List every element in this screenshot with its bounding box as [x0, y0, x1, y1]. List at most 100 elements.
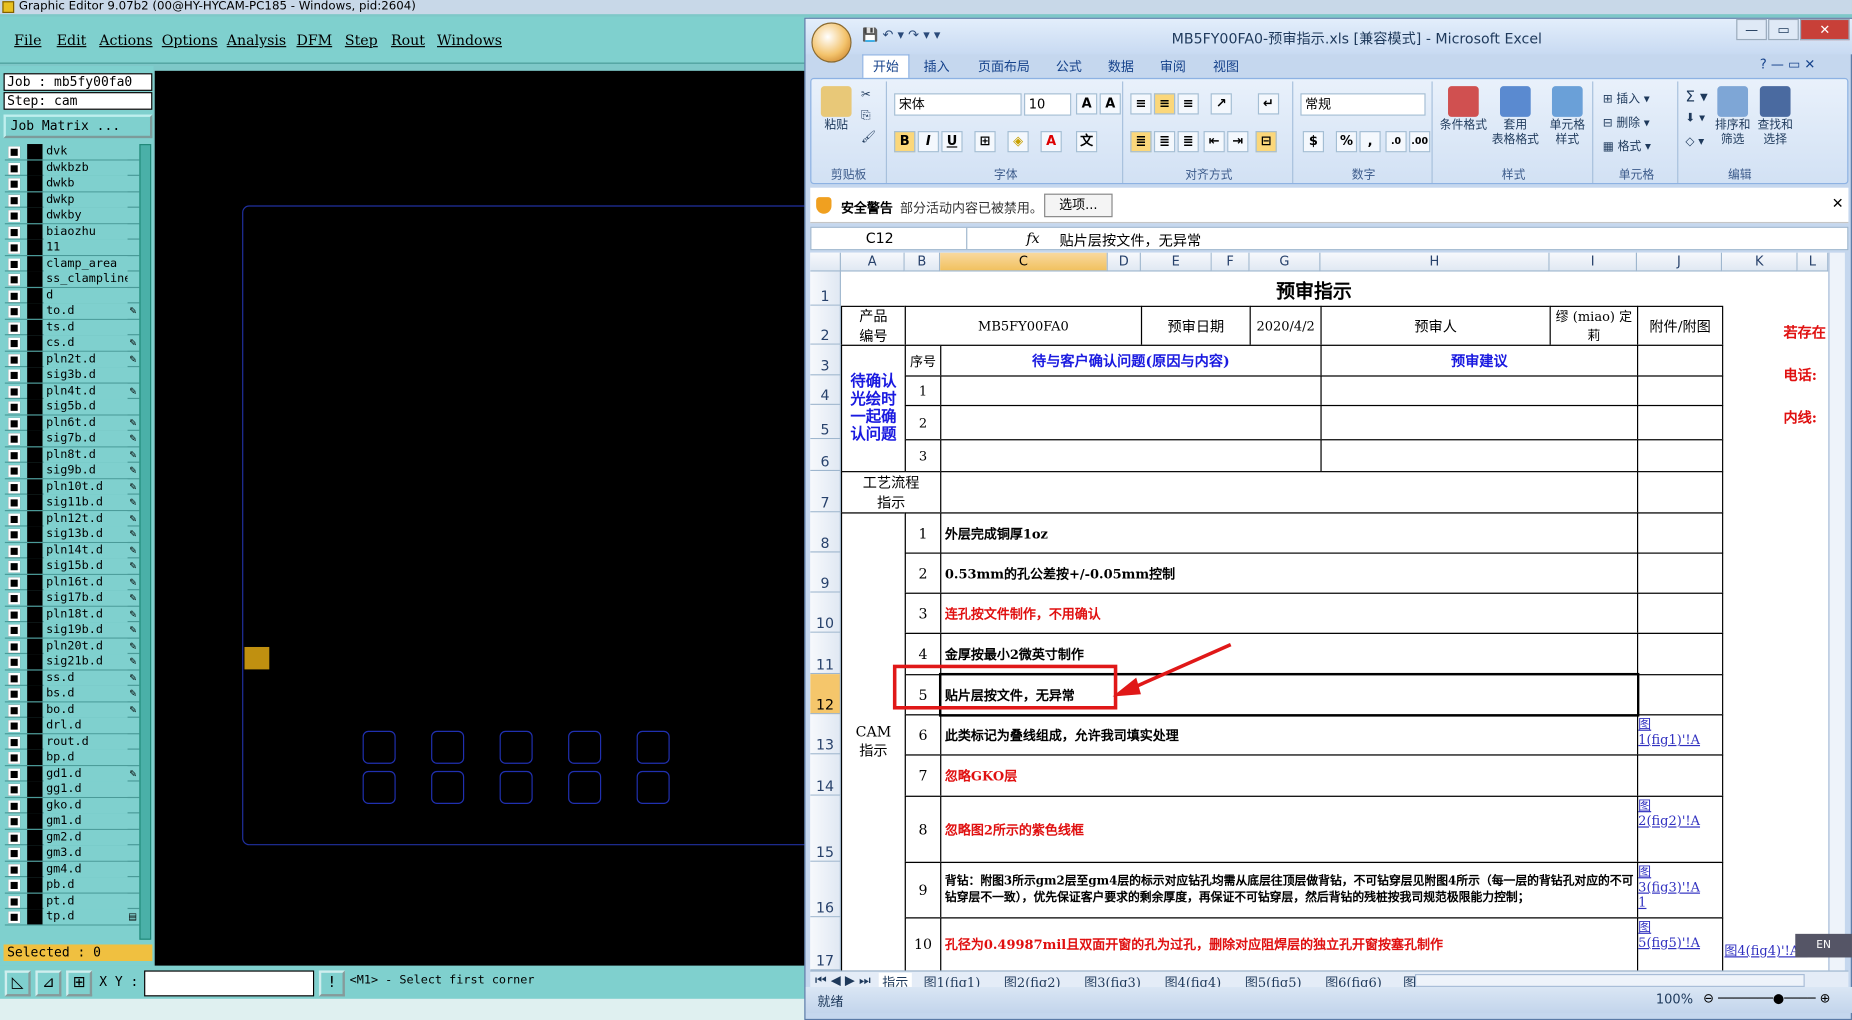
- sort-filter-button[interactable]: 排序和 筛选: [1711, 86, 1754, 147]
- tab-formulas[interactable]: 公式: [1056, 57, 1082, 76]
- layer-checkbox[interactable]: [8, 624, 21, 637]
- help-icon[interactable]: ? — ▭ ✕: [1760, 57, 1815, 72]
- layer-row[interactable]: tp.d ▤: [4, 909, 140, 926]
- layer-checkbox[interactable]: [8, 257, 21, 270]
- layer-row[interactable]: gm1.d: [4, 813, 140, 830]
- zoom-slider[interactable]: ⊖ ───────●──── ⊕: [1703, 991, 1830, 1006]
- close-bar-icon[interactable]: ✕: [1832, 195, 1844, 212]
- layer-checkbox[interactable]: [8, 847, 21, 860]
- layer-row[interactable]: pln12t.d ✎: [4, 510, 140, 527]
- maximize-icon[interactable]: ▭: [1768, 18, 1799, 41]
- wrap-text-icon[interactable]: ↵: [1257, 93, 1280, 115]
- layer-row[interactable]: pln18t.d ✎: [4, 606, 140, 623]
- menu-options[interactable]: Options: [162, 32, 218, 49]
- tab-page-layout[interactable]: 页面布局: [978, 57, 1030, 76]
- align-center-icon[interactable]: ≣: [1153, 131, 1176, 153]
- layer-row[interactable]: rout.d: [4, 733, 140, 750]
- layer-row[interactable]: pln4t.d ✎: [4, 383, 140, 400]
- increase-decimal-icon[interactable]: .0: [1385, 131, 1407, 153]
- layer-row[interactable]: clamp_area: [4, 255, 140, 272]
- layer-checkbox[interactable]: [8, 799, 21, 812]
- layer-checkbox[interactable]: [8, 512, 21, 525]
- layer-scrollbar[interactable]: [139, 144, 152, 940]
- layer-row[interactable]: sig9b.d ✎: [4, 462, 140, 479]
- layer-checkbox[interactable]: [8, 688, 21, 701]
- currency-icon[interactable]: $: [1302, 131, 1325, 153]
- layer-checkbox[interactable]: [8, 704, 21, 717]
- layer-row[interactable]: bs.d ✎: [4, 685, 140, 702]
- layer-checkbox[interactable]: [8, 720, 21, 732]
- layer-checkbox[interactable]: [8, 815, 21, 828]
- layer-row[interactable]: dwkb: [4, 175, 140, 192]
- merge-center-icon[interactable]: ⊟: [1255, 131, 1277, 153]
- layer-row[interactable]: bo.d ✎: [4, 701, 140, 718]
- measure-icon[interactable]: ⊿: [35, 970, 62, 997]
- align-left-icon[interactable]: ≣: [1130, 131, 1152, 153]
- fill-icon[interactable]: ⬇ ▾: [1685, 112, 1705, 125]
- layer-row[interactable]: pln10t.d ✎: [4, 478, 140, 495]
- increase-indent-icon[interactable]: ⇥: [1227, 131, 1249, 153]
- layer-row[interactable]: cs.d ✎: [4, 335, 140, 352]
- font-size-select[interactable]: 10: [1024, 93, 1072, 116]
- layer-row[interactable]: pt.d: [4, 893, 140, 910]
- info-icon[interactable]: !: [318, 970, 345, 997]
- layer-checkbox[interactable]: [8, 544, 21, 557]
- xy-input[interactable]: [144, 970, 315, 997]
- bold-icon[interactable]: B: [894, 131, 916, 153]
- layer-checkbox[interactable]: [8, 417, 21, 430]
- layer-row[interactable]: pln2t.d ✎: [4, 351, 140, 368]
- name-box[interactable]: C12: [811, 227, 968, 250]
- formula-input[interactable]: 贴片层按文件，无异常: [1059, 230, 1201, 250]
- layer-checkbox[interactable]: [8, 369, 21, 382]
- layer-row[interactable]: ss.d ✎: [4, 669, 140, 686]
- layer-checkbox[interactable]: [8, 831, 21, 844]
- percent-icon[interactable]: %: [1335, 131, 1358, 153]
- minimize-icon[interactable]: —: [1736, 18, 1767, 41]
- layer-checkbox[interactable]: [8, 146, 21, 159]
- layer-checkbox[interactable]: [8, 465, 21, 477]
- layer-checkbox[interactable]: [8, 895, 21, 908]
- layer-checkbox[interactable]: [8, 672, 21, 685]
- layer-row[interactable]: ts.d: [4, 319, 140, 336]
- layer-row[interactable]: dwkp: [4, 191, 140, 208]
- border-icon[interactable]: ⊞: [974, 131, 996, 153]
- layer-checkbox[interactable]: [8, 321, 21, 334]
- zoom-window-icon[interactable]: ◺: [4, 970, 31, 997]
- layer-checkbox[interactable]: [8, 194, 21, 207]
- format-painter-icon[interactable]: 🖌: [861, 131, 876, 144]
- underline-icon[interactable]: U: [941, 131, 963, 153]
- menu-rout[interactable]: Rout: [391, 32, 425, 49]
- tab-view[interactable]: 视图: [1213, 57, 1239, 76]
- layer-checkbox[interactable]: [8, 576, 21, 589]
- layer-checkbox[interactable]: [8, 481, 21, 493]
- phonetic-icon[interactable]: 文: [1075, 131, 1098, 153]
- find-select-button[interactable]: 查找和 选择: [1754, 86, 1797, 147]
- layer-row[interactable]: pln16t.d ✎: [4, 574, 140, 591]
- layer-checkbox[interactable]: [8, 305, 21, 318]
- align-bottom-icon[interactable]: ≡: [1177, 93, 1199, 115]
- layer-checkbox[interactable]: [8, 767, 21, 780]
- comma-icon[interactable]: ,: [1359, 131, 1381, 153]
- close-icon[interactable]: ✕: [1799, 18, 1850, 41]
- layer-row[interactable]: pb.d: [4, 877, 140, 894]
- menu-windows[interactable]: Windows: [437, 32, 502, 49]
- layer-checkbox[interactable]: [8, 640, 21, 653]
- cut-icon[interactable]: ✂: [861, 89, 871, 102]
- sheet-grid[interactable]: ABCDEFGHIJKLM1234567891011121314151617预审…: [810, 252, 1829, 971]
- layer-row[interactable]: pln14t.d ✎: [4, 542, 140, 559]
- layer-checkbox[interactable]: [8, 863, 21, 876]
- tab-home[interactable]: 开始: [862, 54, 910, 78]
- menu-edit[interactable]: Edit: [57, 32, 87, 49]
- layer-checkbox[interactable]: [8, 210, 21, 222]
- layer-checkbox[interactable]: [8, 449, 21, 462]
- tab-data[interactable]: 数据: [1108, 57, 1134, 76]
- shrink-font-icon[interactable]: A: [1099, 93, 1121, 115]
- layer-checkbox[interactable]: [8, 560, 21, 573]
- layer-checkbox[interactable]: [8, 242, 21, 254]
- layer-row[interactable]: sig15b.d ✎: [4, 558, 140, 575]
- layer-row[interactable]: dwkby: [4, 207, 140, 224]
- job-matrix-button[interactable]: Job Matrix ...: [3, 114, 153, 139]
- layer-row[interactable]: gd1.d ✎: [4, 765, 140, 782]
- layer-checkbox[interactable]: [8, 911, 21, 924]
- paste-button[interactable]: 粘贴: [819, 86, 854, 133]
